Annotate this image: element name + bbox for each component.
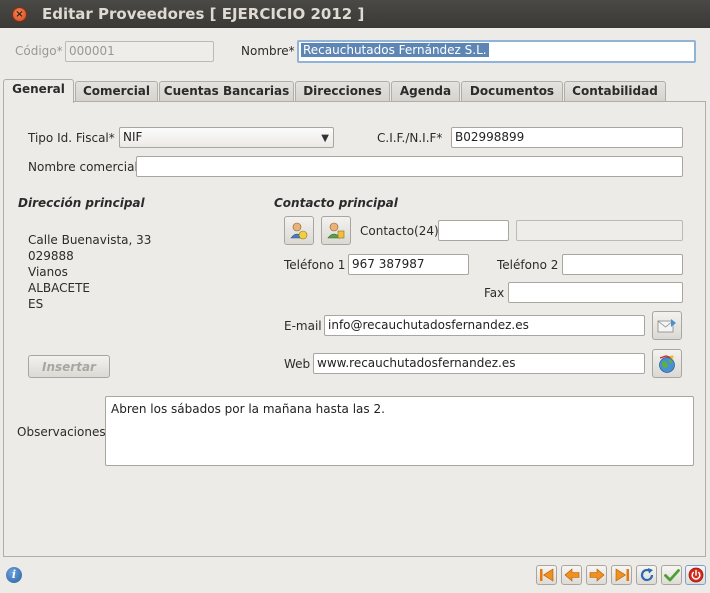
- tab-label: Contabilidad: [572, 84, 658, 98]
- window-title: Editar Proveedores [ EJERCICIO 2012 ]: [42, 5, 365, 23]
- insertar-label: Insertar: [42, 359, 96, 374]
- arrow-right-icon: [589, 568, 604, 582]
- contacto-field[interactable]: [438, 220, 509, 241]
- observaciones-field[interactable]: Abren los sábados por la mañana hasta la…: [105, 396, 694, 466]
- email-label: E-mail: [284, 319, 322, 333]
- tab-agenda[interactable]: Agenda: [391, 81, 460, 101]
- tab-direcciones[interactable]: Direcciones: [295, 81, 390, 101]
- tipo-id-value: NIF: [123, 130, 143, 144]
- tab-cuentas-bancarias[interactable]: Cuentas Bancarias: [159, 81, 294, 101]
- email-field[interactable]: info@recauchutadosfernandez.es: [324, 315, 645, 336]
- fax-label: Fax: [484, 286, 505, 300]
- next-record-button[interactable]: [586, 565, 607, 585]
- power-off-icon: [688, 567, 703, 583]
- fax-field[interactable]: [508, 282, 683, 303]
- first-icon: [539, 568, 553, 582]
- tipo-id-label: Tipo Id. Fiscal*: [28, 131, 115, 145]
- cif-label: C.I.F./N.I.F*: [377, 131, 443, 145]
- send-email-button[interactable]: [652, 311, 682, 340]
- accept-button[interactable]: [661, 565, 682, 585]
- nombre-comercial-label: Nombre comercial: [28, 160, 138, 174]
- address-line: Vianos: [28, 265, 68, 279]
- tab-comercial[interactable]: Comercial: [75, 81, 158, 101]
- contacto-title: Contacto principal: [274, 196, 398, 210]
- tab-label: Cuentas Bancarias: [163, 84, 290, 98]
- contact-add-icon: [290, 222, 308, 239]
- cif-field[interactable]: B02998899: [451, 127, 683, 148]
- last-icon: [615, 568, 629, 582]
- telefono1-label: Teléfono 1: [284, 258, 346, 272]
- contact-edit-icon: [327, 222, 345, 238]
- title-bar: × Editar Proveedores [ EJERCICIO 2012 ]: [0, 0, 710, 28]
- tab-contabilidad[interactable]: Contabilidad: [564, 81, 666, 101]
- close-icon[interactable]: ×: [12, 7, 27, 22]
- edit-contact-button[interactable]: [321, 216, 351, 245]
- refresh-button[interactable]: [636, 565, 657, 585]
- tab-label: General: [12, 82, 65, 96]
- codigo-label: Código*: [15, 44, 63, 58]
- arrow-left-icon: [564, 568, 579, 582]
- cancel-button[interactable]: [685, 565, 706, 585]
- nombre-comercial-field[interactable]: [136, 156, 683, 177]
- add-contact-button[interactable]: [284, 216, 314, 245]
- telefono2-label: Teléfono 2: [497, 258, 559, 272]
- codigo-field: 000001: [65, 41, 214, 62]
- web-label: Web: [284, 357, 311, 371]
- web-field[interactable]: www.recauchutadosfernandez.es: [313, 353, 645, 374]
- refresh-icon: [640, 568, 653, 582]
- chevron-down-icon: ▼: [321, 133, 329, 144]
- address-line: ES: [28, 297, 44, 311]
- first-record-button[interactable]: [536, 565, 557, 585]
- contacto-name-field: [516, 220, 683, 241]
- tab-label: Direcciones: [303, 84, 382, 98]
- tipo-id-select[interactable]: NIF ▼: [119, 127, 334, 148]
- direccion-title: Dirección principal: [18, 196, 145, 210]
- tab-documentos[interactable]: Documentos: [461, 81, 563, 101]
- last-record-button[interactable]: [611, 565, 632, 585]
- nombre-field[interactable]: Recauchutados Fernández S.L.: [297, 40, 696, 63]
- nombre-label: Nombre*: [241, 44, 295, 58]
- open-web-button[interactable]: [652, 349, 682, 378]
- address-line: Calle Buenavista, 33: [28, 233, 152, 247]
- tab-label: Agenda: [399, 84, 452, 98]
- tab-label: Documentos: [469, 84, 555, 98]
- telefono1-field[interactable]: 967 387987: [348, 254, 469, 275]
- nombre-value: Recauchutados Fernández S.L.: [301, 43, 489, 57]
- previous-record-button[interactable]: [561, 565, 582, 585]
- contacto-label: Contacto(24): [360, 224, 439, 238]
- tab-general[interactable]: General: [3, 79, 74, 103]
- telefono2-field[interactable]: [562, 254, 683, 275]
- address-line: 029888: [28, 249, 74, 263]
- insertar-button[interactable]: Insertar: [28, 355, 110, 378]
- globe-icon: [659, 354, 675, 373]
- observaciones-label: Observaciones: [17, 425, 106, 439]
- tab-label: Comercial: [82, 84, 151, 98]
- mail-icon: [657, 318, 676, 332]
- address-line: ALBACETE: [28, 281, 90, 295]
- info-icon[interactable]: i: [6, 567, 22, 583]
- checkmark-icon: [663, 569, 680, 582]
